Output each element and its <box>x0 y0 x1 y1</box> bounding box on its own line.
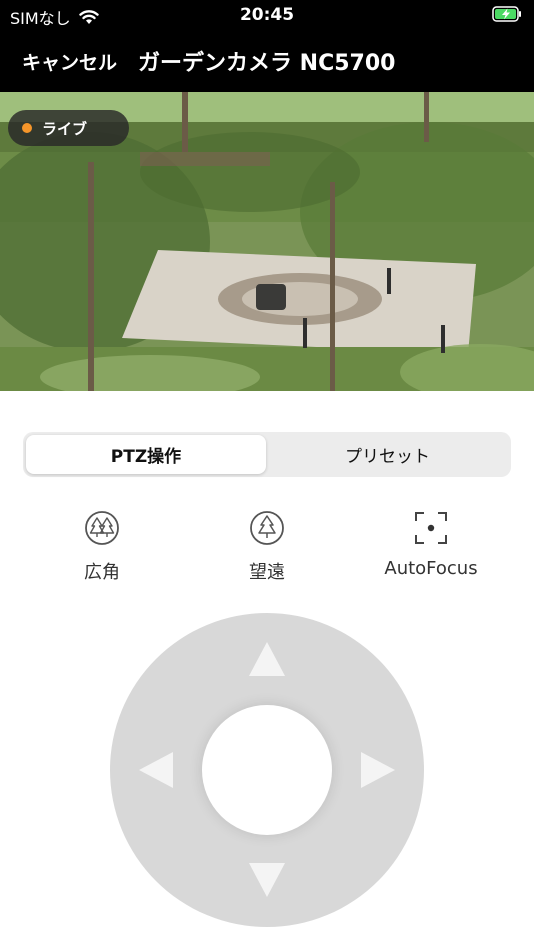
ptz-dpad <box>110 613 424 927</box>
status-time: 20:45 <box>239 5 295 25</box>
arrow-left-icon[interactable] <box>139 752 173 788</box>
nav-bar: キャンセル ガーデンカメラ NC5700 <box>0 30 534 92</box>
dpad-center-button[interactable] <box>202 705 332 835</box>
tree-tele-icon <box>250 511 284 545</box>
tab-ptz[interactable]: PTZ操作 <box>26 435 266 474</box>
cancel-button[interactable]: キャンセル <box>22 48 117 75</box>
live-label: ライブ <box>42 119 88 138</box>
wide-angle-button[interactable]: 広角 <box>32 508 172 584</box>
live-badge: ライブ <box>8 110 129 146</box>
arrow-down-icon[interactable] <box>249 863 285 897</box>
tree-wide-icon <box>85 511 119 545</box>
autofocus-button[interactable]: AutoFocus <box>361 508 501 579</box>
camera-live-view[interactable]: ライブ <box>0 92 534 391</box>
mode-segmented-control: PTZ操作 プリセット <box>23 432 511 477</box>
telephoto-label: 望遠 <box>249 562 285 583</box>
page-title: ガーデンカメラ NC5700 <box>138 51 396 76</box>
arrow-right-icon[interactable] <box>361 752 395 788</box>
status-bar: SIMなし 20:45 <box>0 0 534 30</box>
battery-charging-icon <box>492 6 521 22</box>
arrow-up-icon[interactable] <box>249 642 285 676</box>
wide-angle-label: 広角 <box>84 562 120 583</box>
tab-preset[interactable]: プリセット <box>267 435 508 474</box>
focus-frame-icon <box>415 512 447 544</box>
live-dot-icon <box>22 123 32 133</box>
autofocus-label: AutoFocus <box>384 558 478 579</box>
telephoto-button[interactable]: 望遠 <box>197 508 337 584</box>
